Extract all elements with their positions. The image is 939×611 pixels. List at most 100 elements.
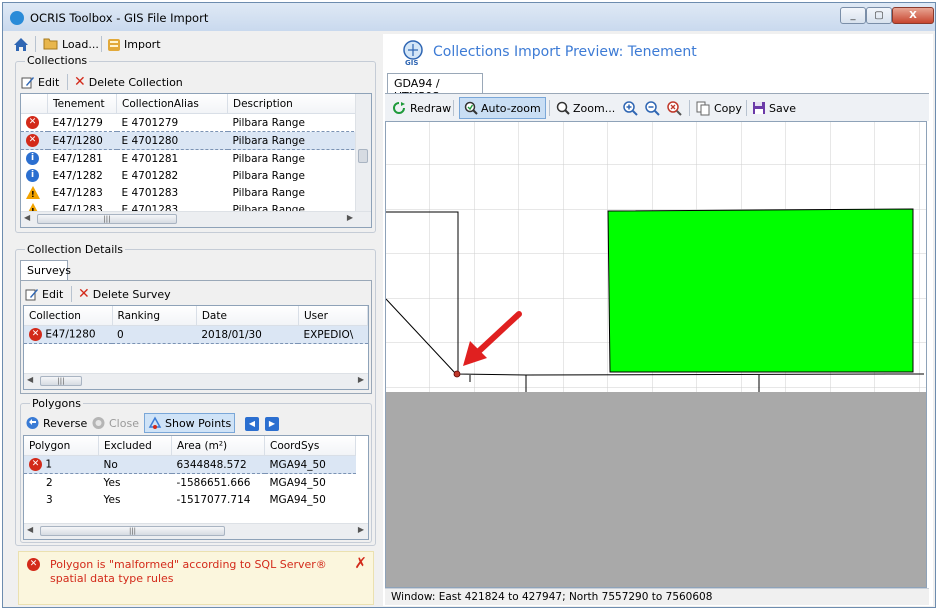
- zoom-button[interactable]: Zoom...: [556, 98, 615, 118]
- alias-cell: E 4701281: [121, 152, 179, 165]
- delete-icon: ✕: [74, 74, 86, 90]
- toolbar-separator: [67, 74, 68, 90]
- scroll-right-icon[interactable]: ▶: [358, 525, 364, 534]
- scroll-thumb[interactable]: [358, 149, 368, 163]
- map-preview-canvas[interactable]: [385, 121, 927, 588]
- scroll-left-icon[interactable]: ◀: [27, 525, 33, 534]
- polygon-cell: 3: [46, 493, 53, 506]
- auto-zoom-toggle[interactable]: Auto-zoom: [459, 97, 546, 119]
- column-header-excluded[interactable]: Excluded: [98, 436, 172, 456]
- zoom-out-icon: [645, 100, 660, 116]
- coordsys-cell: MGA94_50: [269, 476, 326, 489]
- map-status-bar: Window: East 421824 to 427947; North 755…: [385, 588, 929, 605]
- collection-edit-label: Edit: [38, 75, 60, 89]
- area-cell: -1586651.666: [176, 476, 251, 489]
- auto-zoom-label: Auto-zoom: [481, 101, 541, 115]
- column-header-alias[interactable]: CollectionAlias: [116, 94, 228, 114]
- status-column-header[interactable]: [21, 94, 48, 114]
- scroll-thumb[interactable]: |||: [37, 214, 177, 224]
- redraw-label: Redraw: [410, 101, 452, 115]
- map-out-of-bounds-area: [386, 392, 926, 587]
- arrow-left-icon: ◀: [248, 419, 256, 428]
- load-button[interactable]: Load...: [43, 34, 99, 54]
- column-header-coordsys[interactable]: CoordSys: [264, 436, 356, 456]
- table-row[interactable]: ✕ E47/1279 E 4701279 Pilbara Range: [21, 114, 359, 132]
- tenement-cell: E47/1283: [52, 186, 103, 199]
- scroll-right-icon[interactable]: ▶: [347, 213, 353, 222]
- scroll-right-icon[interactable]: ▶: [358, 375, 364, 384]
- save-label: Save: [769, 101, 797, 115]
- collection-cell: E47/1280: [45, 328, 96, 341]
- zoom-out-button[interactable]: [645, 98, 660, 118]
- survey-edit-label: Edit: [42, 287, 64, 301]
- zoom-in-button[interactable]: [623, 98, 638, 118]
- auto-zoom-icon: [464, 101, 478, 115]
- next-point-button[interactable]: ▶: [265, 417, 279, 431]
- coordsys-cell: MGA94_50: [264, 455, 356, 474]
- error-message-bar: ✕ Polygon is "malformed" according to SQ…: [18, 551, 374, 605]
- malformed-point-marker[interactable]: [453, 370, 461, 378]
- scroll-thumb[interactable]: |||: [40, 526, 225, 536]
- error-message-text: Polygon is "malformed" according to SQL …: [50, 558, 327, 585]
- table-row-selected[interactable]: ✕ E47/1280 0 2018/01/30 EXPEDIO\: [24, 325, 368, 344]
- scroll-left-icon[interactable]: ◀: [24, 213, 30, 222]
- user-cell: EXPEDIO\: [298, 325, 368, 344]
- date-cell: 2018/01/30: [196, 325, 299, 344]
- table-row[interactable]: i E47/1281 E 4701281 Pilbara Range: [21, 150, 359, 168]
- maximize-button[interactable]: ▢: [866, 7, 892, 24]
- main-window: OCRIS Toolbox - GIS File Import _ ▢ X Lo…: [2, 2, 936, 608]
- close-polygon-button[interactable]: Close: [91, 413, 139, 433]
- table-row[interactable]: i E47/1282 E 4701282 Pilbara Range: [21, 167, 359, 184]
- map-drawing[interactable]: [386, 122, 926, 587]
- collections-vertical-scrollbar[interactable]: [355, 94, 371, 212]
- coordsys-cell: MGA94_50: [269, 493, 326, 506]
- info-status-icon: i: [26, 152, 39, 165]
- table-row[interactable]: 2 Yes -1586651.666 MGA94_50: [24, 474, 356, 492]
- survey-edit-button[interactable]: Edit: [25, 284, 63, 304]
- column-header-user[interactable]: User: [298, 306, 368, 326]
- scroll-left-icon[interactable]: ◀: [27, 375, 33, 384]
- column-header-area[interactable]: Area (m²): [171, 436, 265, 456]
- surveys-horizontal-scrollbar[interactable]: ◀ ||| ▶: [24, 373, 368, 389]
- table-row[interactable]: 3 Yes -1517077.714 MGA94_50: [24, 491, 356, 508]
- excluded-cell: No: [98, 455, 172, 474]
- column-header-date[interactable]: Date: [196, 306, 299, 326]
- polygons-horizontal-scrollbar[interactable]: ◀ ||| ▶: [24, 523, 368, 539]
- minimize-button[interactable]: _: [840, 7, 866, 24]
- error-status-icon: ✕: [26, 116, 39, 129]
- redraw-button[interactable]: Redraw: [392, 98, 451, 118]
- error-icon: ✕: [27, 558, 40, 571]
- show-points-toggle[interactable]: Show Points: [144, 413, 236, 433]
- column-header-collection[interactable]: Collection: [24, 306, 113, 326]
- column-header-ranking[interactable]: Ranking: [112, 306, 197, 326]
- close-button[interactable]: X: [892, 7, 934, 24]
- delete-survey-button[interactable]: ✕ Delete Survey: [78, 284, 171, 304]
- table-row-selected[interactable]: ✕ E47/1280 E 4701280 Pilbara Range: [21, 131, 359, 150]
- collections-horizontal-scrollbar[interactable]: ◀ ||| ▶: [21, 211, 371, 227]
- home-button[interactable]: [13, 34, 29, 54]
- import-button[interactable]: Import: [107, 34, 161, 54]
- table-row[interactable]: ! E47/1283 E 4701283 Pilbara Range: [21, 184, 359, 201]
- column-header-tenement[interactable]: Tenement: [47, 94, 117, 114]
- delete-collection-button[interactable]: ✕ Delete Collection: [74, 72, 183, 92]
- copy-button[interactable]: Copy: [696, 98, 742, 118]
- column-header-polygon[interactable]: Polygon: [24, 436, 99, 456]
- reverse-button[interactable]: Reverse: [25, 413, 87, 433]
- collections-table: Tenement CollectionAlias Description ✕ E…: [20, 93, 372, 228]
- toolbar-separator: [746, 100, 747, 116]
- alias-cell: E 4701280: [116, 131, 228, 150]
- previous-point-button[interactable]: ◀: [245, 417, 259, 431]
- folder-open-icon: [43, 38, 58, 50]
- dismiss-error-icon[interactable]: ✗: [354, 554, 367, 572]
- zoom-reset-button[interactable]: [667, 98, 682, 118]
- collection-edit-button[interactable]: Edit: [21, 72, 59, 92]
- tab-gda94-utm50s[interactable]: GDA94 / UTM50S: [387, 73, 483, 103]
- surveys-table: Collection Ranking Date User ✕ E47/1280 …: [23, 305, 369, 390]
- tab-surveys[interactable]: Surveys: [20, 260, 71, 280]
- save-button[interactable]: Save: [752, 98, 796, 118]
- column-header-description[interactable]: Description: [227, 94, 359, 114]
- load-label: Load...: [62, 37, 99, 51]
- arrow-right-icon: ▶: [268, 419, 276, 428]
- table-row-selected[interactable]: ✕ 1 No 6344848.572 MGA94_50: [24, 455, 356, 474]
- scroll-thumb[interactable]: |||: [40, 376, 82, 386]
